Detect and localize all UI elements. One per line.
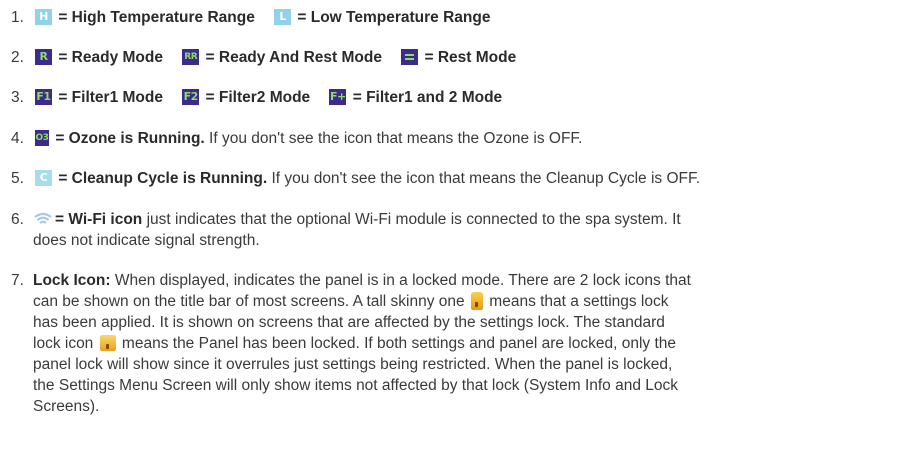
item-number: 6. [11,211,24,228]
high-temp-icon: H [35,9,52,25]
item-number: 3. [11,89,24,106]
panel-lock-icon [99,335,116,351]
filter1-mode-icon: F1 [35,89,52,105]
icon-legend-page: 1. H = High Temperature Range L = Low Te… [0,0,899,469]
ready-rest-mode-icon: RR [182,49,200,65]
ozone-description: If you don't see the icon that means the… [204,130,583,147]
high-temp-label: = High Temperature Range [58,9,255,26]
wifi-description-line1: just indicates that the optional Wi-Fi m… [142,211,681,228]
filter2-mode-icon: F2 [182,89,200,105]
filter-both-mode-label: = Filter1 and 2 Mode [352,89,503,106]
item-number: 5. [11,170,24,187]
item-number: 4. [11,130,24,147]
cleanup-cycle-description: If you don't see the icon that means the… [267,170,701,187]
filter1-mode-label: = Filter1 Mode [58,89,163,106]
cleanup-cycle-label: = Cleanup Cycle is Running. [58,170,268,187]
wifi-description-line2: does not indicate signal strength. [33,232,260,249]
rest-mode-label: = Rest Mode [424,49,517,66]
item-number: 2. [11,49,24,66]
ready-mode-icon: R [35,49,52,65]
filter2-mode-label: = Filter2 Mode [205,89,311,106]
ready-rest-mode-label: = Ready And Rest Mode [205,49,382,66]
wifi-label: = Wi-Fi icon [55,211,143,228]
low-temp-icon: L [274,9,292,25]
cleanup-cycle-icon: C [35,170,52,186]
item-number: 1. [11,9,24,26]
ozone-icon: O3 [35,130,49,146]
ozone-label: = Ozone is Running. [55,130,205,147]
item-number: 7. [11,272,24,289]
filter-both-mode-icon: F+ [329,89,347,105]
lock-icon-label: Lock Icon: [33,272,111,289]
rest-mode-icon [401,49,419,65]
low-temp-label: = Low Temperature Range [297,9,491,26]
settings-lock-icon [470,292,483,310]
wifi-icon [34,212,52,224]
ready-mode-label: = Ready Mode [58,49,163,66]
